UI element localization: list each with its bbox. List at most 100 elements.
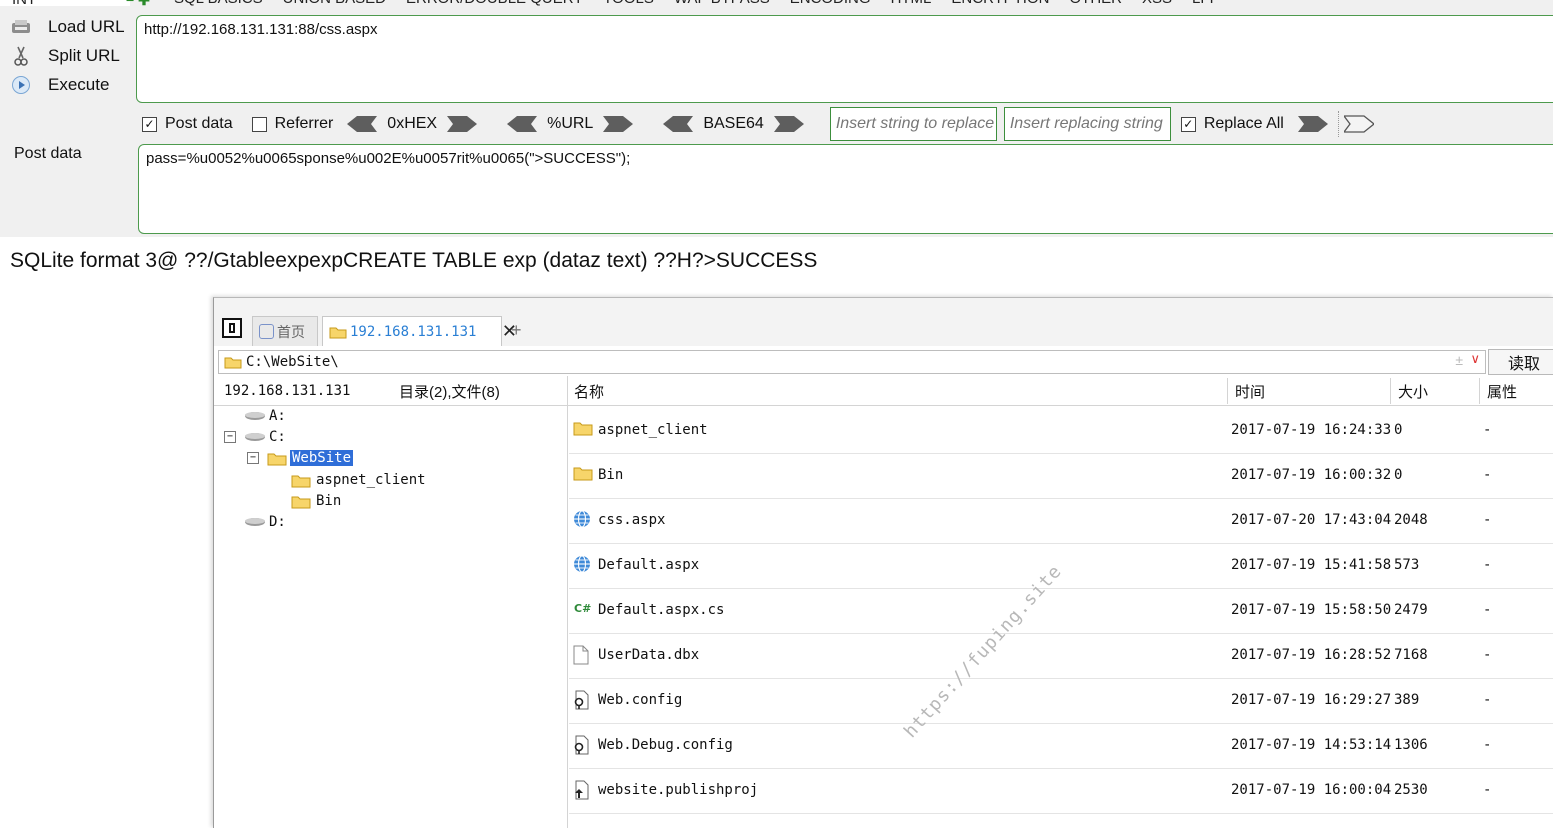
base64-decode-arrow-icon[interactable] xyxy=(663,115,694,133)
file-row[interactable]: Default.aspx 2017-07-19 15:41:58 573 - xyxy=(569,543,1553,589)
column-size[interactable]: 大小 xyxy=(1398,381,1428,402)
file-name: Default.aspx xyxy=(598,557,700,573)
int-selector[interactable]: INT xyxy=(0,0,130,8)
split-url-button[interactable]: Split URL xyxy=(8,43,120,69)
tab-home[interactable]: 首页 xyxy=(252,316,318,346)
file-attr: - xyxy=(1483,692,1492,708)
load-url-icon xyxy=(8,16,34,38)
load-url-button[interactable]: Load URL xyxy=(8,14,125,40)
file-size: 573 xyxy=(1394,557,1420,573)
int-label: INT xyxy=(12,0,36,8)
file-row[interactable]: Bin 2017-07-19 16:00:32 0 - xyxy=(569,453,1553,499)
menu-item[interactable]: LFI xyxy=(1192,0,1214,7)
post-data-label: Post data xyxy=(14,145,82,162)
file-size: 2479 xyxy=(1394,602,1428,618)
config-icon xyxy=(573,735,593,755)
folder-icon xyxy=(573,465,593,485)
col-divider-size xyxy=(1390,378,1391,404)
file-name: Default.aspx.cs xyxy=(598,602,725,618)
config-icon xyxy=(573,690,593,710)
col-divider-attr xyxy=(1479,378,1480,404)
load-url-label: Load URL xyxy=(48,17,125,36)
plus-minus-icon[interactable]: − ✚ xyxy=(126,0,150,8)
replace-all-label: Replace All xyxy=(1203,115,1284,132)
file-row[interactable]: website.publishproj 2017-07-19 16:00:04 25… xyxy=(569,768,1553,814)
file-attr: - xyxy=(1483,737,1492,753)
tree-drive-d[interactable]: D: xyxy=(244,512,286,532)
menu-item[interactable]: ENCRYPTION xyxy=(951,0,1049,7)
url-encode-arrow-icon[interactable] xyxy=(603,115,634,133)
tree-drive-a[interactable]: A: xyxy=(244,406,286,426)
file-name: css.aspx xyxy=(598,512,666,528)
base64-encode-arrow-icon[interactable] xyxy=(773,115,804,133)
tree-folder-website[interactable]: − WebSite xyxy=(247,448,354,468)
file-row[interactable]: C# Default.aspx.cs 2017-07-19 15:58:50 2479… xyxy=(569,588,1553,634)
tree-folder-aspnet-client[interactable]: aspnet_client xyxy=(291,470,426,490)
folder-icon xyxy=(267,453,287,465)
chevron-down-icon[interactable]: ∨ xyxy=(1470,351,1480,367)
url-textarea[interactable]: http://192.168.131.131:88/css.aspx xyxy=(136,15,1553,103)
collapse-icon[interactable]: − xyxy=(224,431,236,443)
globe-icon xyxy=(573,510,593,530)
tree-folder-bin[interactable]: Bin xyxy=(291,491,341,511)
referrer-checkbox[interactable] xyxy=(251,116,267,132)
file-time: 2017-07-19 16:00:04 xyxy=(1231,782,1392,798)
path-bar[interactable]: C:\WebSite\ ± ∨ xyxy=(218,350,1486,374)
menu-item[interactable]: XSS xyxy=(1142,0,1172,7)
read-button[interactable]: 读取 xyxy=(1488,349,1553,375)
file-icon xyxy=(573,645,593,665)
menu-item[interactable]: HTML xyxy=(891,0,932,7)
file-attr: - xyxy=(1483,782,1492,798)
column-name[interactable]: 名称 xyxy=(574,381,604,402)
tab-host[interactable]: 192.168.131.131 ✕ xyxy=(322,316,517,346)
menu-item[interactable]: OTHER xyxy=(1069,0,1122,7)
tree-drive-c[interactable]: − C: xyxy=(224,427,286,447)
replace-go-arrow-icon[interactable] xyxy=(1297,115,1328,133)
hex-decode-arrow-icon[interactable] xyxy=(347,115,378,133)
post-data-checkbox[interactable]: ✓ xyxy=(142,116,157,132)
replace-all-checkbox[interactable]: ✓ xyxy=(1180,116,1196,132)
hackbar-panel: INT − ✚ SQL BASICS UNION BASED ERROR/DOUBL… xyxy=(0,0,1553,237)
post-data-textarea[interactable]: pass=%u0052%u0065sponse%u002E%u0057rit%u… xyxy=(138,144,1553,234)
base64-label: BASE64 xyxy=(703,115,764,132)
file-row[interactable]: Web.Debug.config 2017-07-19 14:53:14 1306 - xyxy=(569,723,1553,769)
file-row[interactable]: aspnet_client 2017-07-19 16:24:33 0 - xyxy=(569,408,1553,454)
tree-label: D: xyxy=(269,514,286,530)
drive-icon xyxy=(245,433,265,441)
file-list-header: 名称 时间 大小 属性 xyxy=(569,376,1553,406)
column-attr[interactable]: 属性 xyxy=(1487,381,1517,402)
collapse-icon[interactable]: − xyxy=(247,452,259,464)
globe-icon xyxy=(573,555,593,575)
pin-icon[interactable]: ± xyxy=(1455,352,1463,368)
tree-label-selected: WebSite xyxy=(290,450,354,466)
menu-item[interactable]: UNION BASED xyxy=(283,0,386,7)
url-decode-arrow-icon[interactable] xyxy=(507,115,538,133)
replace-with-input[interactable]: Insert replacing string xyxy=(1003,107,1171,141)
file-name: Web.config xyxy=(598,692,683,708)
file-row[interactable]: css.aspx 2017-07-20 17:43:04 2048 - xyxy=(569,498,1553,544)
execute-button[interactable]: Execute xyxy=(8,72,109,98)
file-attr: - xyxy=(1483,512,1492,528)
menu-item[interactable]: ENCODING xyxy=(790,0,871,7)
menu-item[interactable]: ERROR/DOUBLE QUERY xyxy=(406,0,583,7)
file-row[interactable]: Web.config 2017-07-19 16:29:27 389 - xyxy=(569,678,1553,724)
replace-next-arrow-icon[interactable] xyxy=(1343,115,1374,133)
column-time[interactable]: 时间 xyxy=(1235,381,1265,402)
file-time: 2017-07-19 16:00:32 xyxy=(1231,467,1392,483)
tree-label: aspnet_client xyxy=(316,472,426,488)
add-tab-button[interactable]: + xyxy=(511,320,522,341)
scissors-icon xyxy=(8,45,34,67)
menu-item[interactable]: WAF BYPASS xyxy=(674,0,770,7)
file-size: 7168 xyxy=(1394,647,1428,663)
menu-item[interactable]: TOOLS xyxy=(603,0,654,7)
folder-icon xyxy=(573,420,593,440)
file-row[interactable]: UserData.dbx 2017-07-19 16:28:52 7168 - xyxy=(569,633,1553,679)
file-name: aspnet_client xyxy=(598,422,708,438)
file-time: 2017-07-19 15:58:50 xyxy=(1231,602,1392,618)
read-button-label: 读取 xyxy=(1507,356,1540,373)
menu-item[interactable]: SQL BASICS xyxy=(174,0,263,7)
file-time: 2017-07-19 16:29:27 xyxy=(1231,692,1392,708)
folder-icon xyxy=(329,327,347,338)
replace-search-input[interactable]: Insert string to replace xyxy=(829,107,997,141)
hex-encode-arrow-icon[interactable] xyxy=(447,115,478,133)
